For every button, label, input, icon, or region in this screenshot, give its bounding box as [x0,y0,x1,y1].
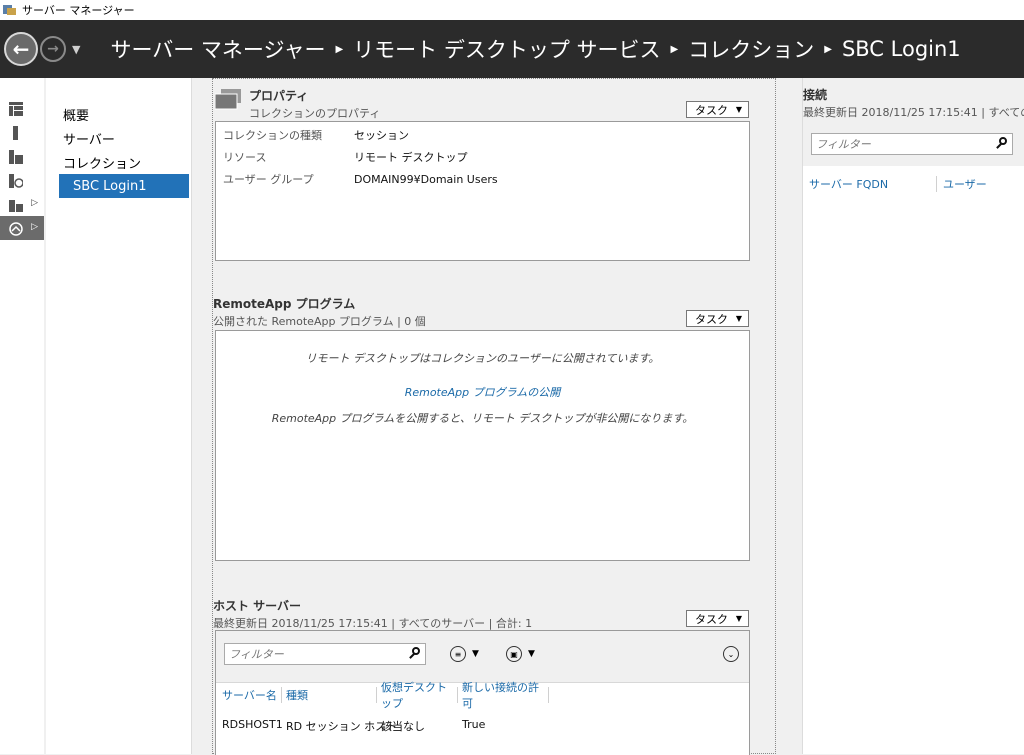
task-label: タスク [695,103,728,117]
host-row-server-name[interactable]: RDSHOST1 [222,718,283,731]
property-row: ユーザー グループ DOMAIN99¥Domain Users [216,168,749,190]
host-filter-box [224,643,426,665]
local-server-icon [9,125,23,140]
file-storage-icon [9,173,24,188]
remoteapp-message: リモート デスクトップはコレクションのユーザーに公開されています。 [305,352,660,365]
chevron-down-icon: ⌄ [723,646,739,662]
breadcrumb: サーバー マネージャー ▶ リモート デスクトップ サービス ▶ コレクション … [110,34,960,64]
breadcrumb-item[interactable]: リモート デスクトップ サービス [353,34,660,64]
all-servers-nav[interactable] [0,144,44,168]
dropdown-arrow-icon: ▼ [528,649,535,659]
search-icon[interactable] [407,645,425,663]
chevron-right-icon: ▶ [824,43,832,55]
dashboard-nav[interactable] [0,96,44,120]
nav-item-overview[interactable]: 概要 [46,102,191,126]
property-key: リソース [223,151,267,164]
remoteapp-note: RemoteApp プログラムを公開すると、リモート デスクトップが非公開になり… [271,412,694,425]
breadcrumb-item[interactable]: サーバー マネージャー [110,34,325,64]
arrow-left-icon: ← [12,37,30,61]
expand-arrow-icon[interactable]: ▷ [31,198,38,208]
collection-main-pane: プロパティ コレクションのプロパティ タスク ▼ コレクションの種類 セッション… [212,78,776,755]
save-icon: ▣ [506,646,522,662]
breadcrumb-item[interactable]: SBC Login1 [842,37,961,61]
connections-pane: 接続 最終更新日 2018/11/25 17:15:41 | すべての接続 サー… [802,78,1024,754]
column-header-user[interactable]: ユーザー [943,176,1023,192]
column-header-allow-new-connections[interactable]: 新しい接続の許可 [462,681,549,710]
nav-item-sbc-login1[interactable]: SBC Login1 [59,174,189,198]
property-row: リソース リモート デスクトップ [216,146,749,168]
column-header-server-fqdn[interactable]: サーバー FQDN [809,176,937,192]
connections-filter-input[interactable] [812,137,994,151]
remoteapp-title: RemoteApp プログラム [213,297,356,311]
chevron-right-icon: ▶ [335,43,344,55]
all-servers-icon [9,149,23,164]
expand-button[interactable]: ⌄ [723,646,745,662]
server-manager-icon [3,4,17,16]
window-title: サーバー マネージャー [22,4,135,17]
nav-item-servers[interactable]: サーバー [46,126,191,150]
host-servers-header: ホスト サーバー 最終更新日 2018/11/25 17:15:41 | すべて… [213,597,753,631]
dropdown-arrow-icon: ▼ [472,649,479,659]
pane-gutter [776,78,802,754]
host-servers-task-button[interactable]: タスク ▼ [686,610,749,627]
column-header-virtual-desktop[interactable]: 仮想デスクトップ [381,681,458,710]
property-key: コレクションの種類 [223,129,322,142]
properties-task-button[interactable]: タスク ▼ [686,101,749,118]
property-value: リモート デスクトップ [354,151,468,164]
expand-arrow-icon[interactable]: ▷ [31,222,38,232]
column-header-type[interactable]: 種類 [286,687,377,703]
property-row: コレクションの種類 セッション [216,124,749,146]
properties-panel: コレクションの種類 セッション リソース リモート デスクトップ ユーザー グル… [215,121,750,261]
connections-header: 接続 最終更新日 2018/11/25 17:15:41 | すべての接続 [803,86,1024,120]
properties-title: プロパティ [249,89,309,103]
connections-title: 接続 [803,88,828,102]
task-label: タスク [695,312,728,326]
task-label: タスク [695,612,728,626]
arrow-right-icon: → [47,41,59,57]
dropdown-arrow-icon: ▼ [735,314,742,323]
remoteapp-panel: リモート デスクトップはコレクションのユーザーに公開されています。 Remote… [215,330,750,561]
title-bar: サーバー マネージャー [0,0,1024,20]
properties-icon [214,89,243,110]
host-servers-subtitle: 最終更新日 2018/11/25 17:15:41 | すべてのサーバー | 合… [213,617,533,630]
search-icon[interactable] [994,135,1012,153]
chevron-right-icon: ▶ [670,43,679,55]
column-header-server-name[interactable]: サーバー名 [222,687,282,703]
query-options-button[interactable]: ≡ ▼ [450,646,479,662]
list-options-icon: ≡ [450,646,466,662]
history-dropdown-icon[interactable]: ▼ [72,43,80,56]
dropdown-arrow-icon: ▼ [735,105,742,114]
connections-filter-box [811,133,1013,155]
forward-button[interactable]: → [40,36,66,62]
remoteapp-header: RemoteApp プログラム 公開された RemoteApp プログラム | … [213,295,753,329]
properties-subtitle: コレクションのプロパティ [249,107,381,120]
remote-desktop-icon [9,221,23,236]
host-row-allow-new[interactable]: True [462,718,485,731]
file-services-nav[interactable] [0,168,44,192]
icon-strip: ▷ ▷ [0,78,44,754]
remoteapp-subtitle: 公開された RemoteApp プログラム | 0 個 [213,315,426,328]
nav-item-collections[interactable]: コレクション [46,150,191,174]
iis-nav[interactable]: ▷ [0,192,44,216]
save-query-button[interactable]: ▣ ▼ [506,646,535,662]
breadcrumb-item[interactable]: コレクション [688,34,814,64]
connections-subtitle: 最終更新日 2018/11/25 17:15:41 | すべての接続 [803,106,1024,119]
dropdown-arrow-icon: ▼ [735,614,742,623]
local-server-nav[interactable] [0,120,44,144]
back-button[interactable]: ← [4,32,38,66]
header-bar: ← → ▼ サーバー マネージャー ▶ リモート デスクトップ サービス ▶ コ… [0,20,1024,78]
remoteapp-task-button[interactable]: タスク ▼ [686,310,749,327]
dashboard-icon [9,101,23,116]
property-key: ユーザー グループ [223,173,314,186]
property-value: セッション [354,129,409,142]
host-servers-panel: ≡ ▼ ▣ ▼ ⌄ サーバー名 種類 仮想デスクトップ 新しい接続の許可 RDS… [215,630,750,755]
server-group-icon [9,197,23,212]
host-row-virtual-desktop[interactable]: 該当なし [381,718,425,734]
remote-desktop-services-nav[interactable]: ▷ [0,216,44,240]
publish-remoteapp-link[interactable]: RemoteApp プログラムの公開 [216,384,749,400]
nav-list: 概要 サーバー コレクション SBC Login1 [46,78,192,754]
host-servers-title: ホスト サーバー [213,599,302,613]
host-filter-input[interactable] [225,647,407,661]
property-value: DOMAIN99¥Domain Users [354,172,498,186]
